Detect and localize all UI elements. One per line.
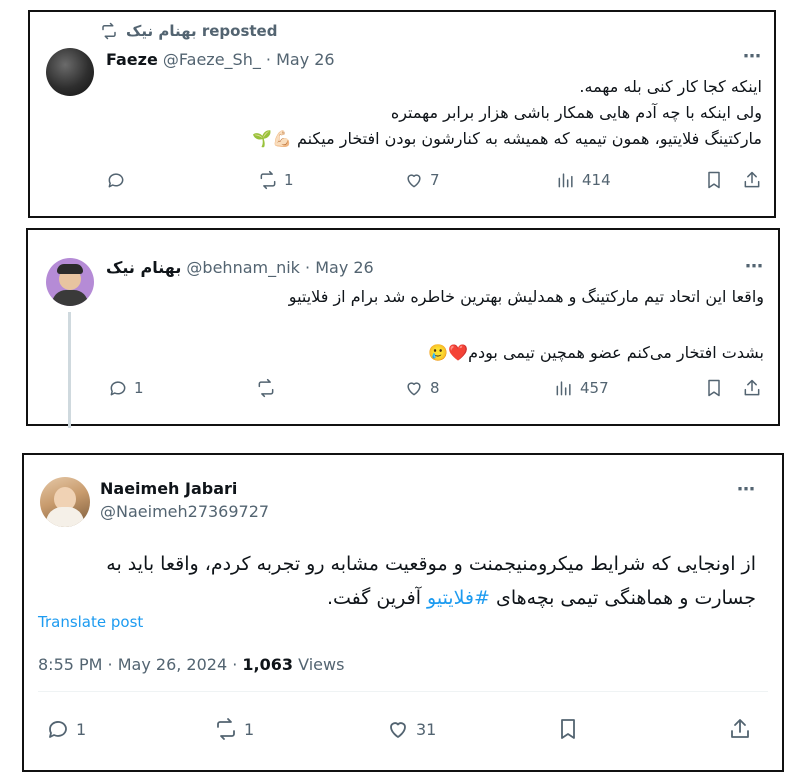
repost-indicator: بهنام نیک reposted xyxy=(100,22,277,40)
tweet-card-3[interactable]: Naeimeh Jabari @Naeimeh27369727 ⋯ از اون… xyxy=(22,453,784,772)
avatar[interactable] xyxy=(40,477,90,527)
tweet-line: ولی اینکه با چه آدم هایی همکار باشی هزار… xyxy=(390,103,762,122)
post-metadata: 8:55 PM · May 26, 2024 · 1,063 Views xyxy=(38,655,344,674)
tweet-header: Faeze @Faeze_Sh_ · May 26 xyxy=(106,50,335,69)
like-count: 8 xyxy=(430,379,440,397)
like-count: 31 xyxy=(416,719,437,739)
reply-icon xyxy=(49,721,67,738)
more-options-icon[interactable]: ⋯ xyxy=(743,46,762,67)
bookmark-button[interactable] xyxy=(704,378,724,398)
tweet-line: بشدت افتخار می‌کنم عضو همچین تیمی بودم❤️… xyxy=(428,343,764,362)
tweet-line: واقعا این اتحاد تیم مارکتینگ و همدلیش به… xyxy=(288,287,764,306)
tweet-text-segment: جسارت و هماهنگی تیمی بچه‌های xyxy=(489,587,756,609)
hashtag-link[interactable]: #فلایتیو xyxy=(427,587,490,609)
tweet-line: اینکه کجا کار کنی بله مهمه. xyxy=(579,77,762,96)
tweet-text-segment: آفرین گفت. xyxy=(326,587,428,609)
heart-icon xyxy=(407,174,421,188)
tweet-text: اینکه کجا کار کنی بله مهمه. ولی اینکه با… xyxy=(252,74,762,152)
views-count: 1,063 xyxy=(242,655,294,674)
share-button[interactable] xyxy=(742,170,762,190)
repost-label: بهنام نیک reposted xyxy=(126,22,278,40)
bookmark-button[interactable] xyxy=(704,170,724,190)
heart-icon xyxy=(390,722,406,738)
reply-button[interactable] xyxy=(106,170,132,190)
handle[interactable]: @Naeimeh27369727 xyxy=(100,502,269,521)
avatar[interactable] xyxy=(46,258,94,306)
tweet-text: واقعا این اتحاد تیم مارکتینگ و همدلیش به… xyxy=(289,284,764,366)
tweet-line: مارکتینگ فلایتیو، همون تیمیه که همیشه به… xyxy=(252,129,762,148)
tweet-text: از اونجایی که شرایط میکرومنیجمنت و موقعی… xyxy=(106,547,756,615)
reply-button[interactable]: 1 xyxy=(46,717,86,741)
repost-icon xyxy=(217,718,235,740)
author-block: Naeimeh Jabari @Naeimeh27369727 xyxy=(100,479,269,521)
divider xyxy=(38,691,768,692)
handle-date[interactable]: @Faeze_Sh_ · May 26 xyxy=(163,50,335,69)
views-icon xyxy=(558,173,573,188)
views-count: 414 xyxy=(582,171,611,189)
repost-icon xyxy=(102,22,116,40)
tweet-card-1[interactable]: بهنام نیک reposted Faeze @Faeze_Sh_ · Ma… xyxy=(28,10,776,218)
bookmark-button[interactable] xyxy=(556,717,580,741)
reply-count: 1 xyxy=(134,379,144,397)
views-button[interactable]: 414 xyxy=(556,170,611,190)
like-button[interactable]: 7 xyxy=(404,170,440,190)
thread-line xyxy=(68,312,71,428)
repost-button[interactable]: 1 xyxy=(214,717,254,741)
tweet-card-2[interactable]: بهنام نیک @behnam_nik · May 26 ⋯ واقعا ا… xyxy=(26,228,780,428)
avatar[interactable] xyxy=(46,48,94,96)
share-button[interactable] xyxy=(742,378,762,398)
views-icon xyxy=(556,381,571,396)
author-name[interactable]: Faeze xyxy=(106,50,158,69)
repost-icon xyxy=(258,378,274,398)
time-date[interactable]: 8:55 PM · May 26, 2024 · xyxy=(38,655,242,674)
reply-icon xyxy=(108,173,124,188)
tweet-line: جسارت و هماهنگی تیمی بچه‌های #فلایتیو آف… xyxy=(106,581,756,615)
reply-icon xyxy=(110,381,126,396)
bookmark-icon xyxy=(708,379,720,397)
share-icon xyxy=(731,719,749,738)
repost-count: 1 xyxy=(244,719,255,739)
like-count: 7 xyxy=(430,171,440,189)
reply-button[interactable]: 1 xyxy=(108,378,144,398)
repost-count: 1 xyxy=(284,171,294,189)
share-button[interactable] xyxy=(728,717,752,741)
author-name[interactable]: Naeimeh Jabari xyxy=(100,479,269,498)
share-icon xyxy=(744,171,760,188)
more-options-icon[interactable]: ⋯ xyxy=(737,479,756,500)
heart-icon xyxy=(407,382,421,396)
repost-button[interactable]: 1 xyxy=(258,170,294,190)
translate-post-link[interactable]: Translate post xyxy=(38,613,143,631)
views-button[interactable]: 457 xyxy=(554,378,609,398)
share-icon xyxy=(744,379,760,396)
like-button[interactable]: 31 xyxy=(386,717,436,741)
repost-button[interactable] xyxy=(256,378,282,398)
views-count: 457 xyxy=(580,379,609,397)
author-name[interactable]: بهنام نیک xyxy=(106,258,181,277)
tweet-header: بهنام نیک @behnam_nik · May 26 xyxy=(106,258,374,277)
views-label: Views xyxy=(293,655,345,674)
tweet-line: از اونجایی که شرایط میکرومنیجمنت و موقعی… xyxy=(106,553,756,575)
repost-icon xyxy=(260,170,276,190)
handle-date[interactable]: @behnam_nik · May 26 xyxy=(186,258,373,277)
bookmark-icon xyxy=(561,719,575,739)
bookmark-icon xyxy=(708,171,720,189)
reply-count: 1 xyxy=(76,719,87,739)
more-options-icon[interactable]: ⋯ xyxy=(745,256,764,277)
like-button[interactable]: 8 xyxy=(404,378,440,398)
